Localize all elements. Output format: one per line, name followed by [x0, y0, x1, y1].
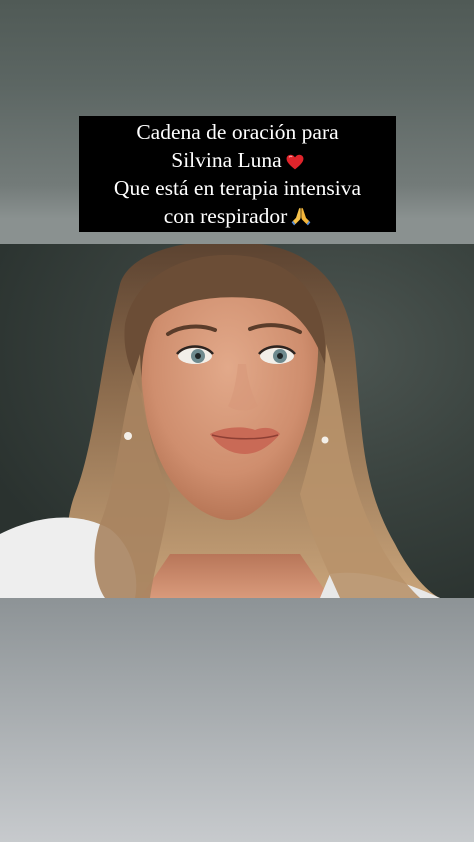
caption-line-2-text: Silvina Luna [171, 148, 282, 172]
story-bottom-background [0, 598, 474, 842]
praying-hands-icon [291, 207, 311, 226]
red-heart-icon [286, 154, 304, 170]
caption-line-2: Silvina Luna [79, 146, 396, 174]
portrait-photo [0, 244, 474, 598]
story-caption: Cadena de oración para Silvina Luna Que … [79, 116, 396, 232]
caption-line-3: Que está en terapia intensiva [113, 176, 362, 200]
caption-line-4: con respirador [79, 202, 396, 230]
caption-line-4-text: con respirador [163, 204, 288, 228]
portrait-illustration [0, 244, 474, 598]
caption-line-1: Cadena de oración para [136, 120, 339, 144]
